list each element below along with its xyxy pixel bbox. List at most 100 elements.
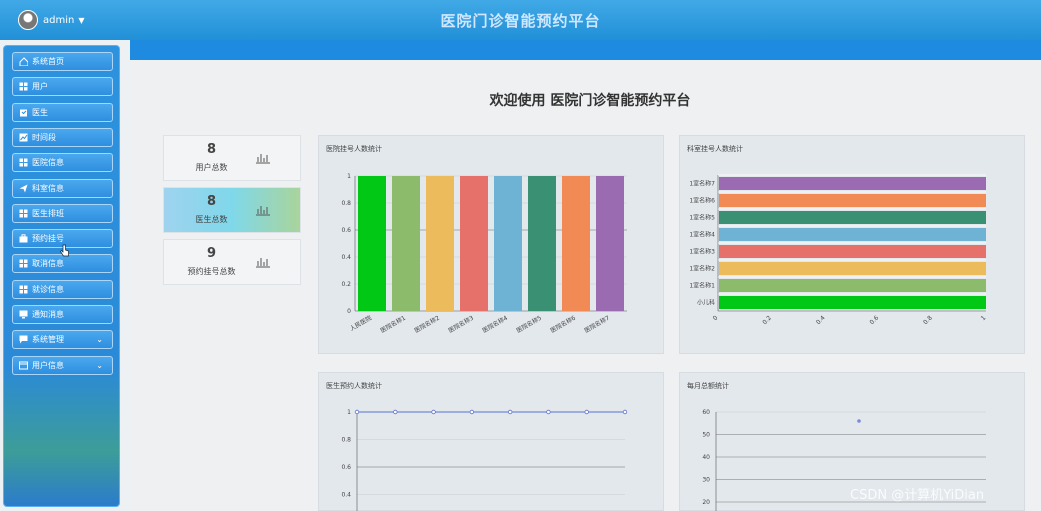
bar: [460, 176, 488, 311]
chat-icon: [19, 335, 28, 344]
y-tick-label: 1室名称2: [689, 265, 715, 273]
x-tick-label: 0.2: [761, 314, 773, 326]
x-tick-label: 医院名称3: [447, 314, 475, 335]
y-tick-label: 0.8: [341, 437, 351, 444]
sidebar-item-label: 系统管理: [32, 335, 64, 345]
content-top-band: [130, 40, 1041, 60]
grid-icon: [19, 158, 28, 167]
sidebar-item-label: 科室信息: [32, 183, 64, 193]
chevron-down-icon: ⌄: [96, 360, 103, 370]
y-tick-label: 0.4: [341, 254, 351, 261]
sidebar-item-label: 就诊信息: [32, 284, 64, 294]
sidebar-item-label: 医生排班: [32, 208, 64, 218]
bar: [719, 228, 986, 241]
x-tick-label: 人民医院: [348, 314, 373, 333]
sidebar-item-label: 取消信息: [32, 259, 64, 269]
x-tick-label: 医院名称4: [481, 314, 509, 335]
data-point: [857, 419, 861, 423]
chart-panel-doctor: 医生预约人数统计 0.4 0.6 0.8 1: [318, 372, 664, 511]
chart-panel-department: 科室挂号人数统计 0 0.2 0.4 0.6 0.8 1 小儿科 1室名称1 1室名称2 1室名称…: [679, 135, 1025, 354]
sidebar-item-label: 用户: [32, 82, 48, 92]
clipboard-icon: [20, 109, 27, 117]
sidebar-item-4[interactable]: 医院信息: [12, 153, 113, 173]
bar: [719, 279, 986, 292]
bar: [528, 176, 556, 311]
sidebar-item-11[interactable]: 系统管理 ⌄: [12, 330, 113, 350]
y-tick-label: 1室名称6: [689, 197, 715, 205]
bar: [719, 194, 986, 207]
sidebar-item-label: 时间段: [32, 132, 56, 142]
stat-card-doctors: 8 医生总数: [163, 187, 301, 233]
x-tick-label: 医院名称7: [583, 314, 611, 335]
sidebar-item-1[interactable]: 用户: [12, 77, 113, 97]
y-tick-label: 1室名称3: [689, 248, 715, 256]
x-tick-label: 医院名称1: [379, 314, 407, 335]
sidebar-item-3[interactable]: 时间段: [12, 127, 113, 147]
sidebar-item-label: 预约挂号: [32, 234, 64, 244]
grid-icon: [19, 82, 28, 91]
send-icon: [19, 184, 28, 192]
chart-panel-hospital: 医院挂号人数统计 0 0.2 0.4 0.6 0.8 1 人民医院 医院名称1 医院名称2 医院名…: [318, 135, 664, 354]
bar-chart-icon: [256, 258, 270, 268]
bar-chart-icon: [256, 154, 270, 164]
bar-chart-icon: [256, 206, 270, 216]
x-tick-label: 医院名称2: [413, 314, 441, 335]
bar: [719, 211, 986, 224]
x-tick-label: 0: [712, 314, 720, 322]
data-point: [393, 409, 398, 415]
bar: [426, 176, 454, 311]
sidebar-item-2[interactable]: 医生: [12, 102, 113, 122]
bar: [562, 176, 590, 311]
bar: [719, 296, 986, 309]
y-tick-label: 40: [702, 454, 710, 461]
data-point: [622, 409, 628, 415]
mouse-cursor-icon: [60, 244, 69, 257]
sidebar-item-label: 通知消息: [32, 310, 64, 319]
x-tick-label: 1: [980, 314, 988, 322]
data-point: [354, 409, 360, 415]
y-tick-label: 0.6: [341, 227, 351, 234]
department-bar-chart: 0 0.2 0.4 0.6 0.8 1 小儿科 1室名称1 1室名称2 1室名称3 1室名称4 1室名…: [689, 174, 988, 326]
y-tick-label: 60: [702, 409, 710, 416]
data-point: [507, 409, 513, 415]
x-tick-label: 0.4: [815, 314, 827, 326]
sidebar-item-5[interactable]: 科室信息: [12, 178, 113, 198]
bar: [494, 176, 522, 311]
sidebar-item-label: 医生: [32, 107, 48, 117]
y-tick-label: 0.2: [341, 281, 351, 288]
sidebar-item-label: 用户信息: [32, 360, 64, 370]
sidebar: 系统首页用户医生时间段医院信息科室信息医生排班预约挂号取消信息就诊信息通知消息系…: [3, 45, 120, 507]
top-bar: admin ▼ 医院门诊智能预约平台: [0, 0, 1041, 40]
sidebar-item-0[interactable]: 系统首页: [12, 52, 113, 71]
stat-card-appointments: 9 预约挂号总数: [163, 239, 301, 285]
sidebar-item-10[interactable]: 通知消息: [12, 305, 113, 324]
stat-value: 8: [206, 142, 217, 157]
y-tick-label: 0.4: [341, 492, 351, 499]
data-point: [431, 409, 436, 415]
grid-icon: [19, 209, 28, 218]
y-tick-label: 1室名称1: [689, 282, 715, 290]
doctor-line-chart: 0.4 0.6 0.8 1: [341, 409, 628, 511]
bar: [719, 177, 986, 190]
card-icon: [19, 361, 28, 370]
stat-label: 用户总数: [195, 163, 228, 172]
grid-icon: [19, 285, 28, 294]
data-point: [469, 409, 475, 415]
sidebar-item-6[interactable]: 医生排班: [12, 203, 113, 223]
data-point: [546, 409, 551, 415]
y-tick-label: 1: [347, 409, 351, 416]
x-tick-label: 0.8: [922, 314, 934, 326]
y-tick-label: 小儿科: [697, 299, 715, 307]
bar: [596, 176, 624, 311]
bar: [719, 262, 986, 275]
sidebar-item-label: 系统首页: [32, 57, 64, 66]
bar: [719, 245, 986, 258]
y-tick-label: 1室名称5: [689, 214, 715, 222]
stat-value: 9: [206, 246, 217, 261]
stat-label: 医生总数: [195, 215, 228, 224]
chart-icon: [19, 133, 28, 142]
bar: [392, 176, 420, 311]
y-tick-label: 0.6: [341, 464, 351, 471]
sidebar-item-12[interactable]: 用户信息 ⌄: [12, 355, 113, 375]
sidebar-item-9[interactable]: 就诊信息: [12, 279, 113, 299]
